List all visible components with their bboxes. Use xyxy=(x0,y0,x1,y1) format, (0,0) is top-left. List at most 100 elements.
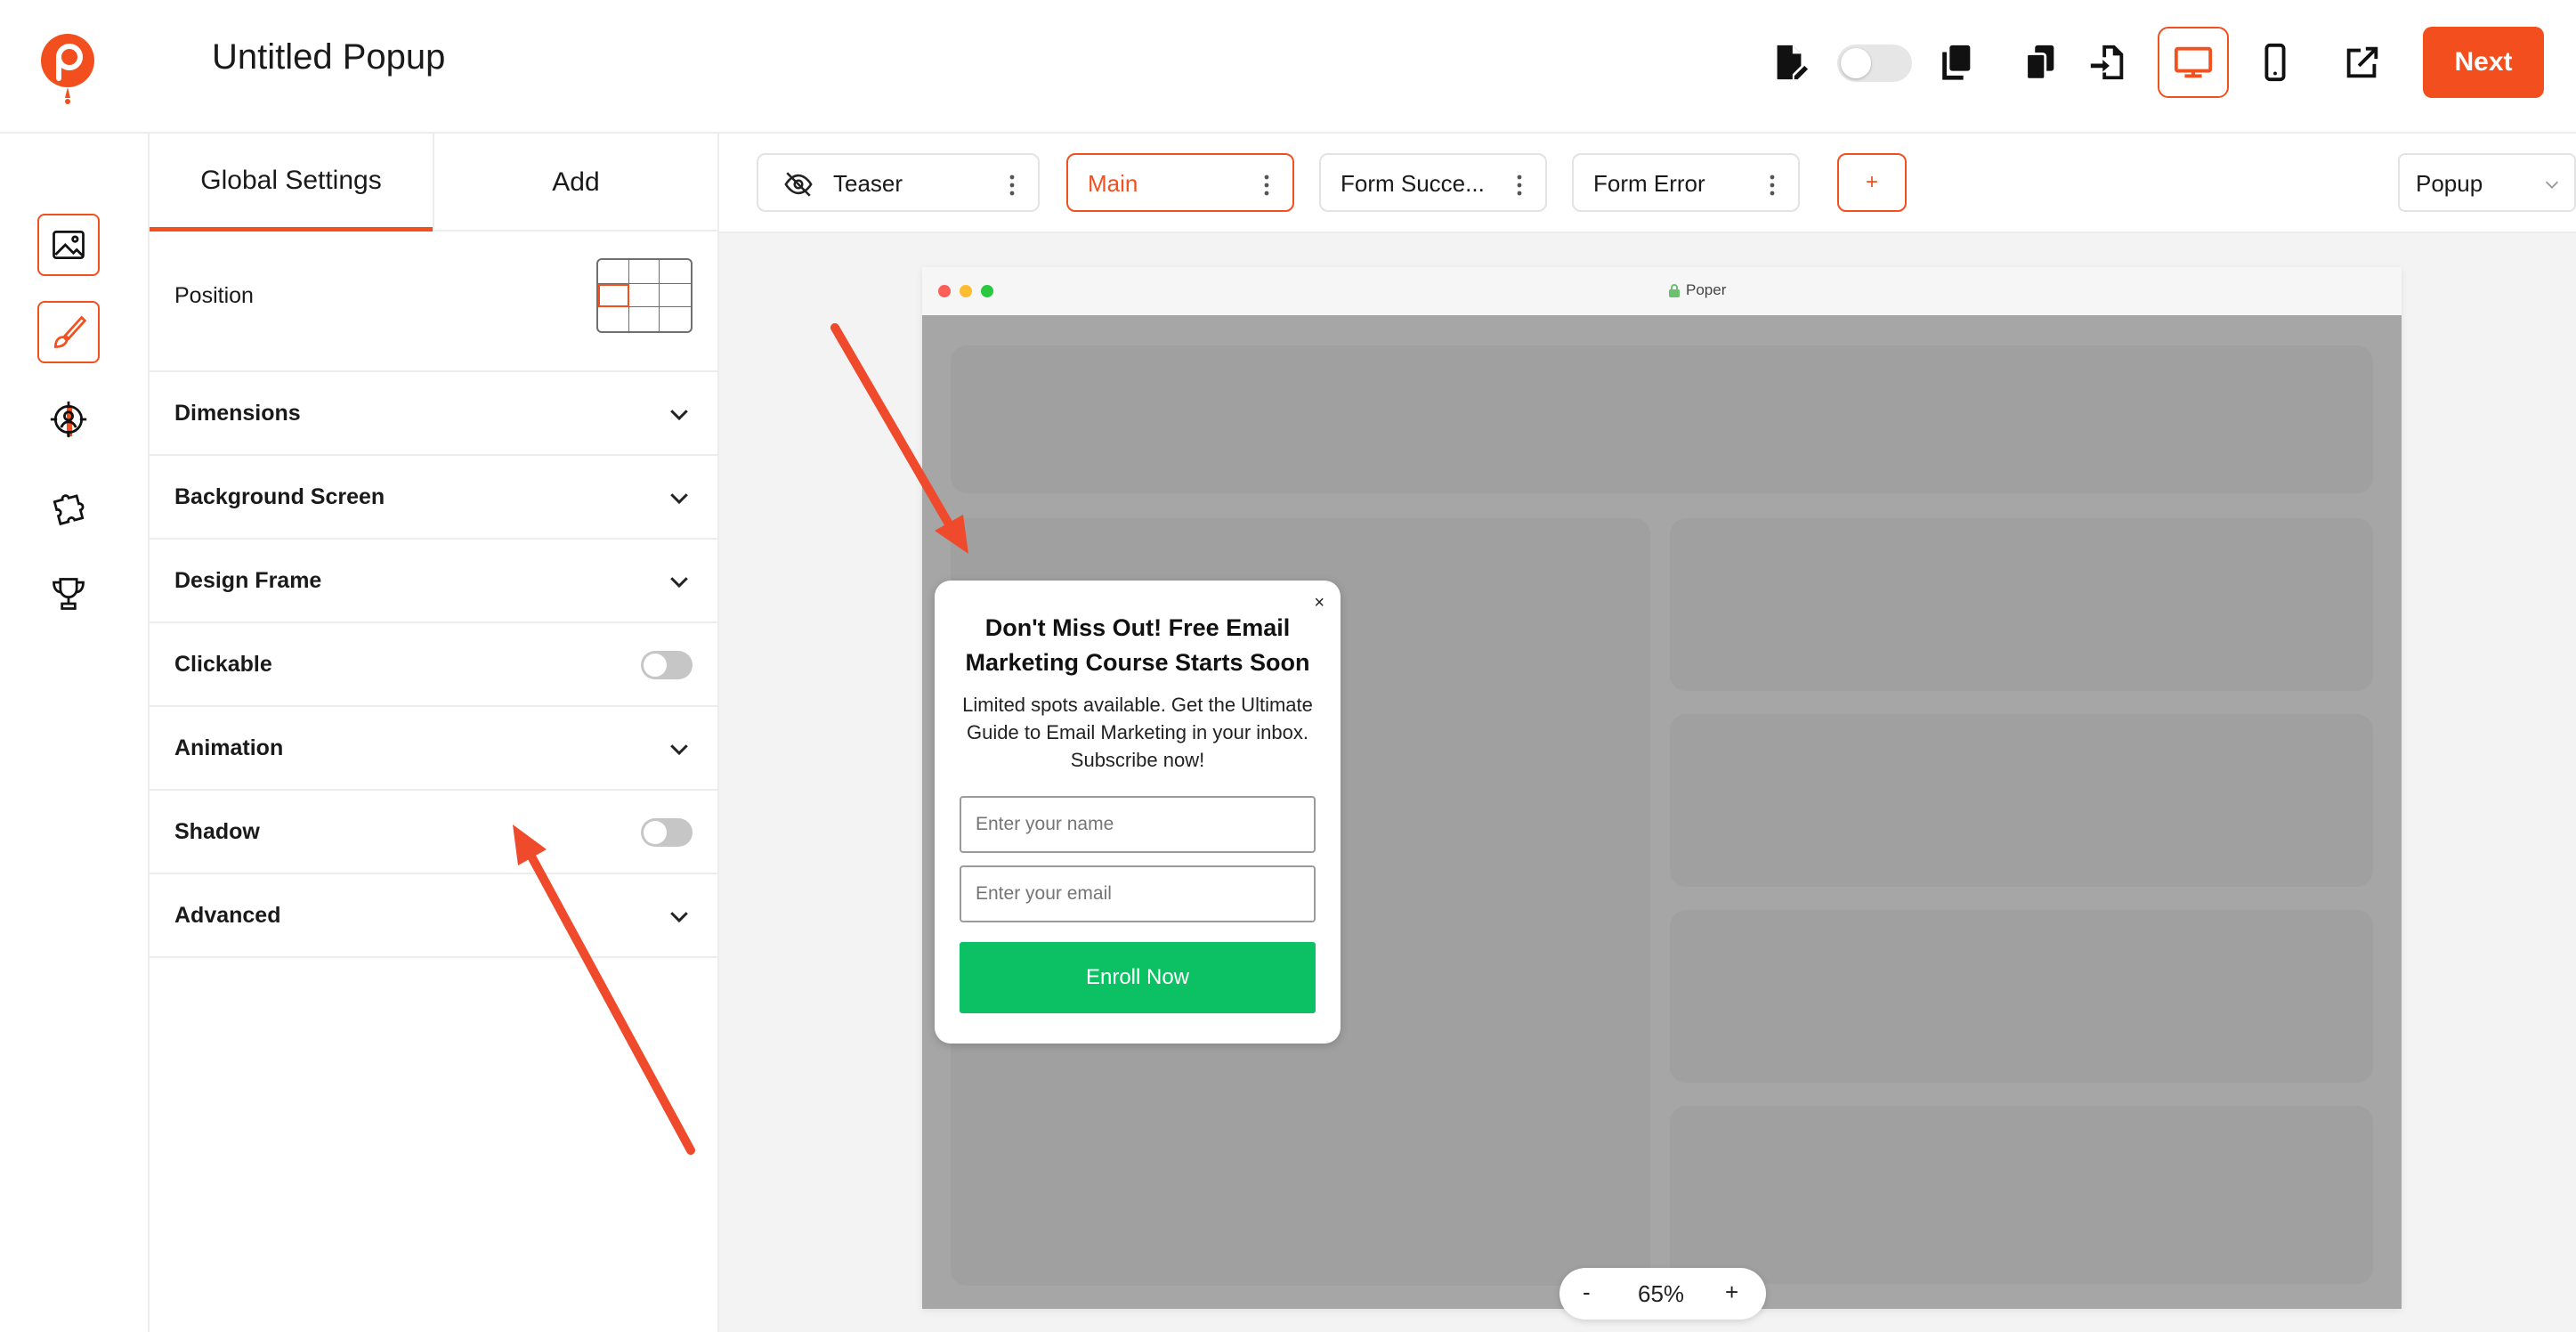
clickable-row: Clickable xyxy=(150,623,717,707)
window-close-dot xyxy=(938,285,951,297)
chevron-down-icon xyxy=(670,493,688,505)
zoom-control: - 65% + xyxy=(1559,1268,1766,1320)
settings-panel: Global Settings Add Position Dimensions … xyxy=(150,134,719,1332)
shadow-label: Shadow xyxy=(174,819,260,844)
placeholder-block xyxy=(951,345,2373,493)
chevron-down-icon xyxy=(2545,181,2559,189)
external-link-icon[interactable] xyxy=(2336,36,2389,89)
eye-off-icon xyxy=(784,172,813,197)
position-cell[interactable] xyxy=(628,260,660,284)
email-popup[interactable]: × Don't Miss Out! Free Email Marketing C… xyxy=(935,581,1341,1044)
import-icon[interactable] xyxy=(2081,36,2135,89)
placeholder-block xyxy=(1670,518,2373,691)
trophy-icon xyxy=(53,578,85,610)
animation-label: Animation xyxy=(174,735,284,760)
more-vertical-icon[interactable] xyxy=(1770,175,1775,196)
popup-title: Don't Miss Out! Free Email Marketing Cou… xyxy=(965,614,1310,676)
preview-toggle[interactable] xyxy=(1837,45,1912,82)
next-button[interactable]: Next xyxy=(2423,27,2544,98)
add-step-button[interactable]: + xyxy=(1837,153,1907,212)
position-label: Position xyxy=(174,283,254,308)
step-tabs-bar: Teaser Main Form Succe... Form Error + P… xyxy=(719,134,2576,233)
placeholder-block xyxy=(1670,714,2373,887)
zoom-out-button[interactable]: - xyxy=(1583,1279,1591,1306)
name-input[interactable] xyxy=(960,796,1316,853)
desktop-view-button[interactable] xyxy=(2158,27,2229,98)
shadow-toggle[interactable] xyxy=(641,818,693,847)
desktop-icon xyxy=(2174,46,2213,78)
tab-global-settings[interactable]: Global Settings xyxy=(150,134,433,231)
step-tab-main[interactable]: Main xyxy=(1066,153,1294,212)
rail-image-button[interactable] xyxy=(37,214,100,276)
browser-url: Poper xyxy=(1668,281,1726,299)
browser-title-bar: Poper xyxy=(922,267,2402,315)
clickable-toggle[interactable] xyxy=(641,651,693,679)
popup-description: Limited spots available. Get the Ultimat… xyxy=(962,694,1313,771)
more-vertical-icon[interactable] xyxy=(1009,175,1015,196)
zoom-in-button[interactable]: + xyxy=(1725,1279,1738,1306)
poper-logo-icon xyxy=(39,32,96,105)
copy-icon[interactable] xyxy=(2013,36,2067,89)
clickable-label: Clickable xyxy=(174,652,272,677)
position-cell[interactable] xyxy=(660,284,691,308)
enroll-now-button[interactable]: Enroll Now xyxy=(960,942,1316,1013)
top-bar: Untitled Popup Next xyxy=(0,0,2576,134)
chevron-down-icon xyxy=(670,577,688,589)
popup-type-select[interactable]: Popup xyxy=(2398,153,2576,212)
rail-targeting-button[interactable] xyxy=(37,388,100,451)
background-screen-row[interactable]: Background Screen xyxy=(150,456,717,540)
step-tab-label: Teaser xyxy=(833,170,903,197)
rail-goals-button[interactable] xyxy=(37,563,100,625)
page-title[interactable]: Untitled Popup xyxy=(212,37,445,77)
lock-icon xyxy=(1669,284,1680,297)
placeholder-block xyxy=(1670,1106,2373,1284)
more-vertical-icon[interactable] xyxy=(1264,175,1269,196)
rail-design-button[interactable] xyxy=(37,301,100,363)
advanced-row[interactable]: Advanced xyxy=(150,874,717,958)
position-cell-selected[interactable] xyxy=(598,283,629,308)
edit-document-icon[interactable] xyxy=(1762,36,1816,89)
position-cell[interactable] xyxy=(598,260,629,284)
chevron-down-icon xyxy=(670,912,688,923)
zoom-level: 65% xyxy=(1638,1280,1685,1307)
step-tab-teaser[interactable]: Teaser xyxy=(757,153,1040,212)
target-user-icon xyxy=(50,401,87,438)
chevron-down-icon xyxy=(670,744,688,756)
chevron-down-icon xyxy=(670,410,688,421)
popup-editor: Untitled Popup Next Global Settings Add … xyxy=(0,0,2576,1332)
rail-integrations-button[interactable] xyxy=(37,475,100,538)
browser-url-text: Poper xyxy=(1686,281,1727,298)
position-cell[interactable] xyxy=(660,260,691,284)
popup-type-value: Popup xyxy=(2416,170,2483,197)
step-tab-label: Form Error xyxy=(1593,170,1705,197)
brush-icon xyxy=(53,315,87,348)
position-cell[interactable] xyxy=(629,307,660,331)
background-screen-label: Background Screen xyxy=(174,484,385,509)
left-rail xyxy=(0,134,150,1332)
placeholder-block xyxy=(1670,910,2373,1083)
step-tab-label: Form Succe... xyxy=(1341,170,1485,197)
position-grid[interactable] xyxy=(596,258,693,333)
dimensions-row[interactable]: Dimensions xyxy=(150,372,717,456)
panel-tabs: Global Settings Add xyxy=(150,134,717,231)
email-input[interactable] xyxy=(960,865,1316,922)
puzzle-icon xyxy=(53,494,85,526)
advanced-label: Advanced xyxy=(174,903,281,928)
window-maximize-dot xyxy=(981,285,993,297)
shadow-row: Shadow xyxy=(150,791,717,874)
image-icon xyxy=(53,230,85,260)
window-minimize-dot xyxy=(960,285,972,297)
more-vertical-icon[interactable] xyxy=(1517,175,1522,196)
design-frame-label: Design Frame xyxy=(174,568,322,593)
tab-add[interactable]: Add xyxy=(434,134,717,231)
animation-row[interactable]: Animation xyxy=(150,707,717,791)
design-frame-row[interactable]: Design Frame xyxy=(150,540,717,623)
step-tab-form-error[interactable]: Form Error xyxy=(1572,153,1800,212)
duplicate-icon[interactable] xyxy=(1930,36,1983,89)
mobile-view-icon[interactable] xyxy=(2248,36,2302,89)
position-cell[interactable] xyxy=(598,307,629,331)
step-tab-form-success[interactable]: Form Succe... xyxy=(1319,153,1547,212)
dimensions-label: Dimensions xyxy=(174,401,301,426)
position-cell[interactable] xyxy=(628,283,660,308)
position-cell[interactable] xyxy=(660,307,691,331)
